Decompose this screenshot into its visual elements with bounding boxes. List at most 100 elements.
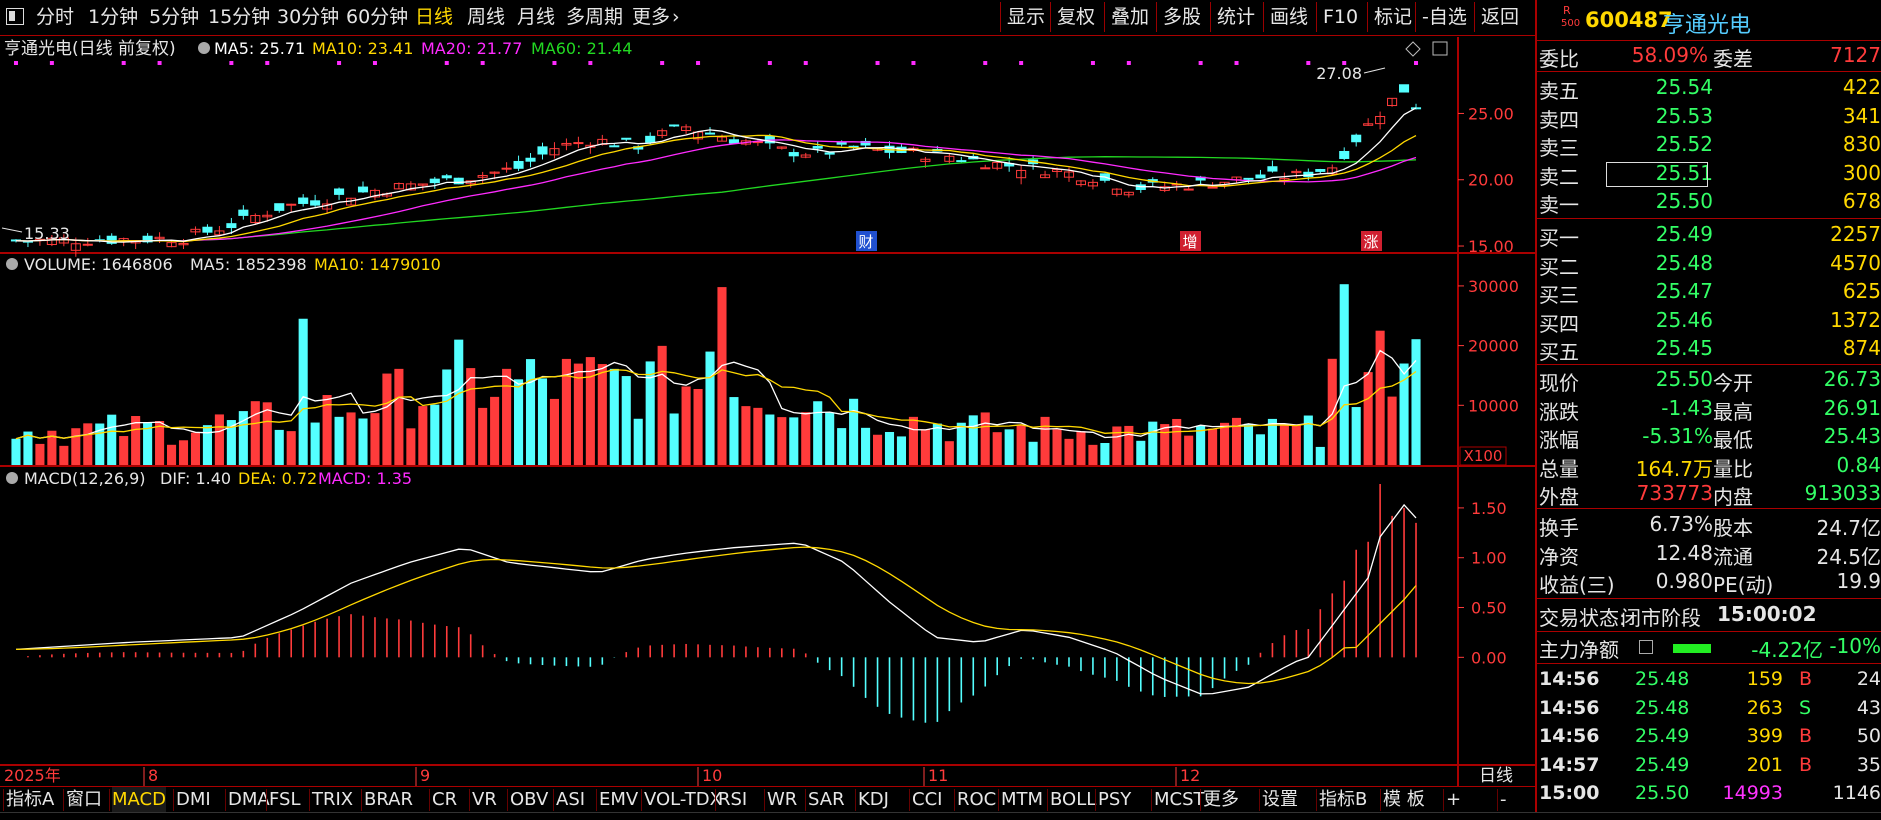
ask-row[interactable]: 卖一 25.50 678	[1537, 189, 1881, 217]
indicator-tab[interactable]: TRIX	[312, 787, 353, 813]
bid-price: 25.49	[1655, 222, 1713, 246]
ma5-line	[15, 107, 1417, 243]
period-tab[interactable]: 多周期	[566, 0, 623, 34]
chart-tool-button[interactable]: -自选	[1422, 0, 1467, 34]
period-tab[interactable]: 60分钟	[346, 0, 408, 34]
signal-dot	[552, 61, 557, 65]
ask-row[interactable]: 卖二 25.51 300	[1537, 161, 1881, 189]
bid-row[interactable]: 买二 25.48 4570	[1537, 251, 1881, 279]
indicator-tab[interactable]: ASI	[556, 787, 585, 813]
signal-dot	[1306, 61, 1311, 65]
chart-tool-button[interactable]: F10	[1323, 0, 1358, 34]
more-chevron-icon[interactable]: ›	[672, 0, 680, 34]
chart-tool-button[interactable]: 标记	[1374, 0, 1412, 34]
indicator-tab[interactable]: MTM	[1001, 787, 1043, 813]
period-tab[interactable]: 15分钟	[208, 0, 270, 34]
bid-row[interactable]: 买四 25.46 1372	[1537, 308, 1881, 336]
indicator-tab[interactable]: ROC	[957, 787, 996, 813]
indicator-tab[interactable]: SAR	[808, 787, 845, 813]
volume-bar	[1291, 424, 1301, 465]
indicator-tab[interactable]: 更多	[1203, 787, 1239, 813]
toolbar-separator	[1000, 2, 1001, 32]
window-toggle-icon[interactable]	[1432, 41, 1448, 56]
volume-bar	[825, 412, 835, 465]
layout-toggle-icon[interactable]	[6, 8, 24, 25]
divider	[1537, 631, 1881, 632]
indicator-tab[interactable]: -	[1500, 787, 1507, 813]
indicator-tab[interactable]: PSY	[1098, 787, 1131, 813]
indicator-tab[interactable]: 指标B	[1319, 787, 1367, 813]
period-tab[interactable]: 月线	[517, 0, 555, 34]
indicator-tab[interactable]: DMI	[176, 787, 211, 813]
indicator-tab[interactable]: 指标A	[6, 787, 54, 813]
tab-separator	[309, 789, 310, 811]
period-tab[interactable]: 日线	[415, 0, 453, 34]
tab-separator	[715, 789, 716, 811]
volume-bar	[621, 376, 631, 465]
indicator-tab[interactable]: RSI	[718, 787, 747, 813]
toolbar-separator	[1367, 2, 1368, 32]
indicator-tab[interactable]: VOL-TDX	[644, 787, 722, 813]
indicator-tab[interactable]: WR	[767, 787, 797, 813]
chevron-down-icon[interactable]	[6, 472, 18, 484]
period-tab[interactable]: 更多	[632, 0, 670, 34]
indicator-tab[interactable]: MCST	[1154, 787, 1205, 813]
indicator-tab[interactable]: 窗口	[66, 787, 102, 813]
period-tab[interactable]: 1分钟	[88, 0, 138, 34]
indicator-tab[interactable]: MACD	[112, 787, 166, 813]
list-icon[interactable]	[1639, 640, 1653, 654]
indicator-tab[interactable]: OBV	[510, 787, 548, 813]
ask-row[interactable]: 卖四 25.53 341	[1537, 104, 1881, 132]
indicator-tab[interactable]: CCI	[912, 787, 942, 813]
ask-row[interactable]: 卖三 25.52 830	[1537, 132, 1881, 160]
bid-row[interactable]: 买一 25.49 2257	[1537, 222, 1881, 250]
chart-tool-button[interactable]: 叠加	[1111, 0, 1149, 34]
period-tab[interactable]: 周线	[467, 0, 505, 34]
chart-tool-button[interactable]: 显示	[1007, 0, 1045, 34]
tab-separator	[109, 789, 110, 811]
period-tab[interactable]: 分时	[36, 0, 74, 34]
chart-tool-button[interactable]: 返回	[1481, 0, 1519, 34]
period-tab[interactable]: 5分钟	[149, 0, 199, 34]
candle-body	[429, 178, 440, 184]
bid-row[interactable]: 买三 25.47 625	[1537, 279, 1881, 307]
dif-legend: DIF: 1.40	[160, 469, 231, 488]
chevron-down-icon[interactable]	[6, 258, 18, 270]
bid-volume: 2257	[1830, 222, 1881, 246]
chart-tool-button[interactable]: 多股	[1163, 0, 1201, 34]
tab-separator	[1200, 789, 1201, 811]
diamond-icon[interactable]	[1405, 41, 1421, 57]
volume-bar	[1315, 446, 1325, 465]
candle-body	[1207, 186, 1218, 189]
ask-row[interactable]: 卖五 25.54 422	[1537, 75, 1881, 103]
chart-tool-button[interactable]: 统计	[1217, 0, 1255, 34]
chart-tool-button[interactable]: 画线	[1270, 0, 1308, 34]
candle-body	[1243, 177, 1254, 180]
stat-value: 733773	[1636, 481, 1713, 505]
indicator-tab[interactable]: VR	[472, 787, 497, 813]
kline-chart[interactable]: 25.00 20.00 15.00 亨通光电(日线 前复权) MA5: 25.71 MA1…	[0, 37, 1535, 786]
indicator-tab[interactable]: 设置	[1262, 787, 1298, 813]
volume-bar	[537, 378, 548, 465]
tick-price: 25.48	[1635, 696, 1690, 719]
chart-tool-button[interactable]: 复权	[1057, 0, 1095, 34]
chevron-down-icon[interactable]	[198, 42, 210, 54]
indicator-tab[interactable]: +	[1446, 787, 1461, 813]
indicator-tab[interactable]: KDJ	[858, 787, 889, 813]
signal-dot	[229, 61, 234, 65]
indicator-tab[interactable]: CR	[432, 787, 457, 813]
period-tab[interactable]: 30分钟	[277, 0, 339, 34]
indicator-tab[interactable]: FSL	[269, 787, 301, 813]
main-net-value: -4.22亿	[1751, 638, 1823, 662]
indicator-tab[interactable]: DMA	[228, 787, 270, 813]
weicha-value: 7127	[1830, 43, 1881, 67]
indicator-tab[interactable]: EMV	[599, 787, 638, 813]
bid-row[interactable]: 买五 25.45 874	[1537, 336, 1881, 364]
price-axis-label: 25.00	[1468, 104, 1514, 123]
tab-separator	[764, 789, 765, 811]
indicator-tab[interactable]: BRAR	[364, 787, 413, 813]
indicator-tab[interactable]: BOLL	[1050, 787, 1096, 813]
index-badge: R	[1563, 4, 1571, 17]
indicator-tab[interactable]: 模 板	[1383, 787, 1425, 813]
volume-bar	[681, 386, 691, 465]
